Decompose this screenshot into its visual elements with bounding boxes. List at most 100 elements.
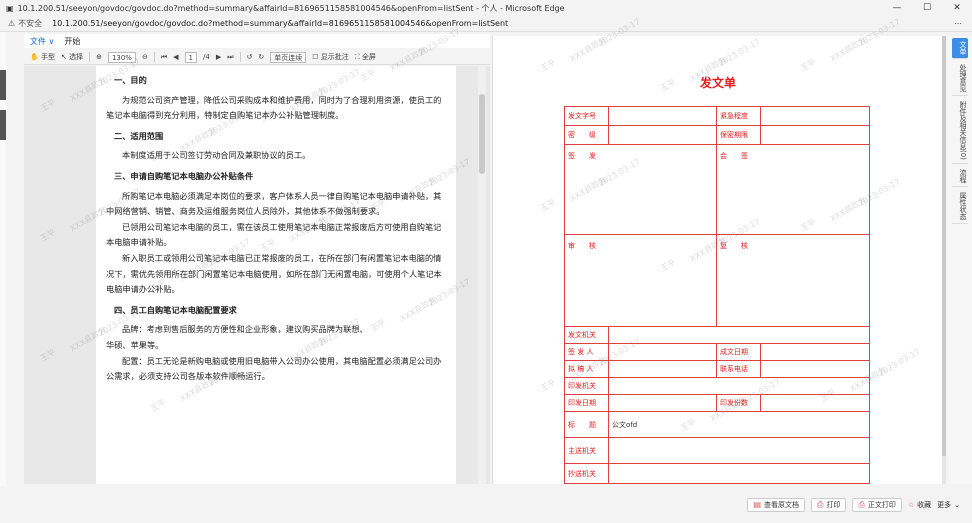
section-heading: 三、申请自购笔记本电脑办公补贴条件	[114, 170, 254, 181]
rotate-left-icon[interactable]: ↺	[247, 53, 253, 61]
issuing-org-field[interactable]	[608, 326, 870, 344]
left-strip-block	[0, 70, 6, 100]
print-date-field[interactable]	[608, 394, 717, 412]
security-warning[interactable]: ⚠ 不安全	[8, 18, 42, 29]
print-button[interactable]: ⎙ 打印	[811, 497, 847, 512]
checkbox-icon: ☐	[312, 53, 319, 61]
signer-field[interactable]	[608, 343, 717, 361]
doc-menubar: 文件 ∨ 开始	[24, 34, 490, 48]
hand-tool[interactable]: ✋ 手型	[30, 52, 55, 62]
paragraph: 已领用公司笔记本电脑的员工，需在该员工使用笔记本电脑正常报废后方可使用自购笔记本…	[106, 221, 442, 248]
scroll-thumb[interactable]	[942, 36, 946, 456]
start-menu[interactable]: 开始	[64, 36, 80, 47]
tab-workflow[interactable]: 流程	[952, 166, 968, 187]
label-cc-to: 抄送机关	[564, 463, 609, 484]
left-strip-block	[0, 110, 6, 140]
document-page: 一、目的 为规范公司资产管理，降低公司采购成本和维护费用，同时为了合理利用资源，…	[96, 66, 456, 484]
label-print-org: 印发机关	[564, 377, 609, 395]
hand-icon: ✋	[30, 53, 39, 61]
favorite-button[interactable]: ☆ 收藏	[908, 500, 931, 510]
label-secret: 密 级	[564, 125, 609, 145]
label-subject: 标 题	[564, 411, 609, 438]
label-urgency: 紧急程度	[716, 106, 761, 126]
review-box[interactable]: 审 核	[564, 234, 717, 327]
show-annotations-toggle[interactable]: ☐ 显示批注	[312, 52, 349, 62]
page-input[interactable]: 1	[184, 51, 197, 63]
maximize-button[interactable]: ☐	[912, 0, 942, 16]
paragraph: 新入职员工或领用公司笔记本电脑已正常报废的员工，在所在部门有闲置笔记本电脑的情况…	[106, 252, 442, 295]
scroll-thumb[interactable]	[479, 94, 485, 174]
recheck-box[interactable]: 复 核	[716, 234, 870, 327]
secret-period-field[interactable]	[760, 125, 870, 145]
document-scrollbar[interactable]	[478, 66, 486, 484]
main-to-field[interactable]	[608, 437, 870, 464]
view-original-button[interactable]: ▤ 查看原文档	[747, 497, 806, 512]
print-org-field[interactable]	[608, 377, 870, 395]
print-copies-field[interactable]	[760, 394, 870, 412]
browser-more-button[interactable]: ⋯	[954, 19, 962, 28]
section-heading: 四、员工自购笔记本电脑配置要求	[114, 304, 237, 315]
cursor-icon: ↖	[60, 53, 67, 61]
subject-field[interactable]: 公文ofd	[608, 411, 870, 438]
view-mode-select[interactable]: 单页连续	[270, 51, 307, 63]
dispatch-form-table: 发文字号 紧急程度 密 级 保密期限 签 发 会 签 审 核 复 核 发文机关 …	[564, 106, 870, 484]
doc-toolbar: ✋ 手型 ↖ 选择 ⊕ 130% ⊖ ⏮ ◀ 1 /4 ▶ ⏭ ↺ ↻ 单页连续…	[24, 50, 490, 65]
fullscreen-icon: ⛶	[354, 53, 360, 61]
page-total: /4	[203, 53, 210, 61]
star-icon: ☆	[907, 500, 915, 509]
separator	[239, 52, 241, 62]
close-button[interactable]: ✕	[942, 0, 972, 16]
section-heading: 一、目的	[114, 75, 147, 85]
tab-attachments[interactable]: 附件及相关信息(0)	[952, 98, 968, 164]
file-menu[interactable]: 文件 ∨	[30, 36, 54, 47]
separator	[89, 52, 91, 62]
sign-box[interactable]: 签 发	[564, 144, 717, 235]
zoom-out-icon[interactable]: ⊖	[142, 53, 148, 61]
separator	[153, 52, 155, 62]
label-print-date: 印发日期	[564, 394, 609, 412]
phone-field[interactable]	[760, 360, 870, 378]
doc-number-field[interactable]	[608, 106, 717, 126]
paragraph: 配置：员工无论是新购电脑或使用旧电脑带入公司办公使用，其电脑配置必须满足公司办公…	[106, 355, 442, 382]
tab-opinions[interactable]: 处理意见	[952, 61, 968, 96]
page-icon: ▣	[6, 3, 14, 13]
rotate-right-icon[interactable]: ↻	[258, 53, 264, 61]
next-page-icon[interactable]: ▶	[216, 53, 221, 61]
label-doc-number: 发文字号	[564, 106, 609, 126]
window-title: 10.1.200.51/seeyon/govdoc/govdoc.do?meth…	[17, 3, 565, 13]
secret-field[interactable]	[608, 125, 717, 145]
form-scrollbar[interactable]	[942, 36, 946, 484]
zoom-in-icon[interactable]: ⊕	[96, 53, 102, 61]
label-review: 审 核	[568, 242, 596, 250]
tab-properties[interactable]: 属性状态	[952, 189, 968, 224]
tab-form[interactable]: 文单	[952, 38, 968, 59]
form-title: 发文单	[699, 76, 736, 90]
label-secret-period: 保密期限	[716, 125, 761, 145]
label-print-copies: 印发份数	[716, 394, 761, 412]
print-icon: ⎙	[817, 499, 824, 509]
date-formed-field[interactable]	[760, 343, 870, 361]
select-tool[interactable]: ↖ 选择	[61, 52, 83, 62]
last-page-icon[interactable]: ⏭	[227, 53, 233, 62]
window-titlebar: ▣ 10.1.200.51/seeyon/govdoc/govdoc.do?me…	[0, 0, 972, 16]
zoom-select[interactable]: 130%	[107, 51, 136, 63]
urgency-field[interactable]	[760, 106, 870, 126]
print-icon: ⎙	[858, 499, 865, 509]
url-text[interactable]: 10.1.200.51/seeyon/govdoc/govdoc.do?meth…	[52, 19, 508, 28]
print-body-button[interactable]: ⎙ 正文打印	[852, 497, 902, 512]
prev-page-icon[interactable]: ◀	[173, 53, 178, 61]
minimize-button[interactable]: —	[882, 0, 912, 16]
countersign-box[interactable]: 会 签	[716, 144, 870, 235]
bottom-action-bar: ▤ 查看原文档 ⎙ 打印 ⎙ 正文打印 ☆ 收藏 更多 ⌄	[0, 486, 972, 523]
fullscreen-button[interactable]: ⛶ 全屏	[355, 52, 376, 62]
document-viewer[interactable]: 一、目的 为规范公司资产管理，降低公司采购成本和维护费用，同时为了合理利用资源，…	[24, 66, 490, 484]
label-drafter: 拟 稿 人	[564, 360, 609, 378]
address-bar[interactable]: ⚠ 不安全 10.1.200.51/seeyon/govdoc/govdoc.d…	[0, 16, 972, 32]
label-recheck: 复 核	[720, 242, 748, 250]
paragraph: 为规范公司资产管理，降低公司采购成本和维护费用，同时为了合理利用资源，使员工的笔…	[106, 94, 442, 121]
cc-to-field[interactable]	[608, 463, 870, 484]
side-tabs: 文单 处理意见 附件及相关信息(0) 流程 属性状态	[948, 36, 972, 484]
drafter-field[interactable]	[608, 360, 717, 378]
first-page-icon[interactable]: ⏮	[161, 53, 167, 62]
more-button[interactable]: 更多 ⌄	[937, 500, 960, 510]
